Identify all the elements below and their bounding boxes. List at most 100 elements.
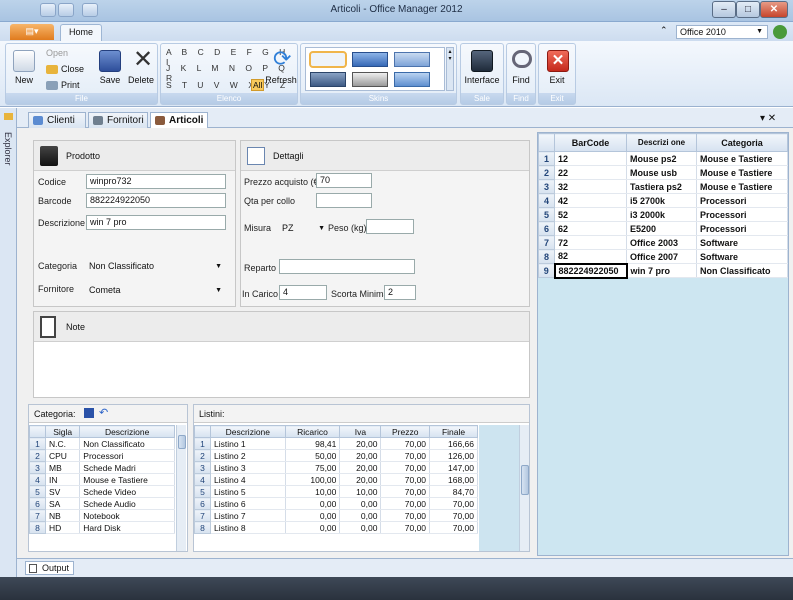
table-cell[interactable]: i3 2000k — [626, 207, 697, 222]
categoria-select[interactable]: Non Classificato — [86, 259, 226, 274]
row-number[interactable]: 5 — [538, 207, 555, 222]
table-cell[interactable]: 75,00 — [285, 461, 341, 474]
table-cell[interactable]: Processori — [696, 193, 788, 208]
table-cell[interactable]: Listino 6 — [210, 497, 286, 510]
exit-button[interactable]: Exit — [539, 75, 575, 85]
table-cell[interactable]: Non Classificato — [79, 437, 175, 450]
table-cell[interactable]: Listino 3 — [210, 461, 286, 474]
find-button[interactable]: Find — [507, 75, 535, 85]
row-number[interactable]: 2 — [538, 165, 555, 180]
help-icon[interactable] — [773, 25, 787, 39]
row-number[interactable]: 3 — [194, 461, 211, 474]
table-cell[interactable]: 882224922050 — [553, 262, 628, 279]
col-iva[interactable]: Iva — [339, 425, 382, 438]
table-cell[interactable]: 20,00 — [339, 461, 382, 474]
open-button[interactable]: Open — [46, 48, 68, 58]
table-cell[interactable]: 20,00 — [339, 437, 382, 450]
refresh-button[interactable]: Refresh — [264, 75, 298, 85]
table-cell[interactable]: 166,66 — [429, 437, 478, 450]
row-number[interactable]: 6 — [538, 221, 555, 236]
prezzo-input[interactable]: 70 — [316, 173, 372, 188]
table-cell[interactable]: Listino 7 — [210, 509, 286, 522]
table-cell[interactable]: 147,00 — [429, 461, 478, 474]
table-cell[interactable]: 70,00 — [380, 497, 431, 510]
table-row[interactable]: 7 Listino 7 0,00 0,00 70,00 70,00 — [194, 509, 478, 522]
table-cell[interactable]: 20,00 — [339, 449, 382, 462]
table-cell[interactable]: 0,00 — [339, 509, 382, 522]
table-cell[interactable]: 70,00 — [429, 497, 478, 510]
table-cell[interactable]: Listino 4 — [210, 473, 286, 486]
table-cell[interactable]: 22 — [554, 165, 627, 180]
skin-option-3[interactable] — [394, 52, 430, 67]
row-number[interactable]: 7 — [538, 235, 555, 250]
skin-option-4[interactable] — [310, 72, 346, 87]
gallery-scroll-icon[interactable]: ▴ ▾ — [446, 47, 454, 91]
table-cell[interactable]: Software — [696, 249, 788, 264]
table-cell[interactable]: Mouse e Tastiere — [696, 151, 788, 166]
table-cell[interactable]: 84,70 — [429, 485, 478, 498]
table-row[interactable]: 8 Listino 8 0,00 0,00 70,00 70,00 — [194, 521, 478, 534]
row-number[interactable]: 4 — [194, 473, 211, 486]
table-row[interactable]: 3 32 Tastiera ps2 Mouse e Tastiere — [538, 179, 788, 194]
table-cell[interactable]: 62 — [554, 221, 627, 236]
table-cell[interactable]: Schede Video — [79, 485, 175, 498]
table-cell[interactable]: 0,00 — [285, 497, 341, 510]
row-number[interactable]: 1 — [538, 151, 555, 166]
table-cell[interactable]: 0,00 — [285, 509, 341, 522]
table-cell[interactable]: 70,00 — [380, 461, 431, 474]
filter-all-button[interactable]: All — [251, 79, 265, 91]
table-row[interactable]: 6 SA Schede Audio — [29, 497, 175, 510]
row-number[interactable]: 4 — [29, 473, 46, 486]
table-cell[interactable]: Mouse e Tastiere — [696, 165, 788, 180]
app-menu-button[interactable]: ▤▾ — [10, 24, 54, 40]
table-cell[interactable]: win 7 pro — [626, 263, 697, 278]
minimize-button[interactable]: – — [712, 1, 736, 18]
table-cell[interactable]: Mouse e Tastiere — [79, 473, 175, 486]
table-cell[interactable]: 168,00 — [429, 473, 478, 486]
row-number[interactable]: 5 — [194, 485, 211, 498]
undo-categoria-icon[interactable]: ↶ — [99, 406, 108, 419]
incarico-input[interactable]: 4 — [279, 285, 327, 300]
table-row[interactable]: 2 22 Mouse usb Mouse e Tastiere — [538, 165, 788, 180]
table-row[interactable]: 6 62 E5200 Processori — [538, 221, 788, 236]
row-number[interactable]: 7 — [194, 509, 211, 522]
table-row[interactable]: 5 52 i3 2000k Processori — [538, 207, 788, 222]
table-cell[interactable]: 82 — [554, 249, 627, 264]
table-cell[interactable]: 70,00 — [429, 509, 478, 522]
table-row[interactable]: 7 72 Office 2003 Software — [538, 235, 788, 250]
col-prezzo[interactable]: Prezzo — [380, 425, 431, 438]
row-number[interactable]: 6 — [194, 497, 211, 510]
table-cell[interactable]: 50,00 — [285, 449, 341, 462]
row-number[interactable]: 2 — [29, 449, 46, 462]
table-cell[interactable]: Notebook — [79, 509, 175, 522]
table-cell[interactable]: Listino 8 — [210, 521, 286, 534]
table-row[interactable]: 5 Listino 5 10,00 10,00 70,00 84,70 — [194, 485, 478, 498]
table-cell[interactable]: N.C. — [45, 437, 81, 450]
row-number[interactable]: 8 — [29, 521, 46, 534]
table-cell[interactable]: NB — [45, 509, 81, 522]
table-cell[interactable]: Schede Audio — [79, 497, 175, 510]
tab-articoli[interactable]: Articoli — [150, 112, 208, 128]
barcode-input[interactable]: 882224922050 — [86, 193, 226, 208]
row-number[interactable]: 8 — [538, 249, 555, 264]
print-button[interactable]: Print — [46, 80, 80, 90]
table-cell[interactable]: 70,00 — [429, 521, 478, 534]
table-row[interactable]: 2 CPU Processori — [29, 449, 175, 462]
codice-input[interactable]: winpro732 — [86, 174, 226, 189]
misura-select[interactable]: PZ — [279, 221, 329, 236]
table-cell[interactable]: Listino 2 — [210, 449, 286, 462]
skin-option-5[interactable] — [352, 72, 388, 87]
table-cell[interactable]: 126,00 — [429, 449, 478, 462]
categorie-scrollbar[interactable] — [176, 425, 186, 551]
table-cell[interactable]: MB — [45, 461, 81, 474]
skin-option-6[interactable] — [394, 72, 430, 87]
tab-fornitori[interactable]: Fornitori — [88, 112, 148, 128]
table-cell[interactable]: Mouse e Tastiere — [696, 179, 788, 194]
row-number[interactable]: 3 — [29, 461, 46, 474]
row-number[interactable]: 7 — [29, 509, 46, 522]
note-textarea[interactable] — [34, 343, 529, 397]
table-cell[interactable]: E5200 — [626, 221, 697, 236]
table-cell[interactable]: CPU — [45, 449, 81, 462]
tab-clienti[interactable]: Clienti — [28, 112, 86, 128]
table-cell[interactable]: Hard Disk — [79, 521, 175, 534]
